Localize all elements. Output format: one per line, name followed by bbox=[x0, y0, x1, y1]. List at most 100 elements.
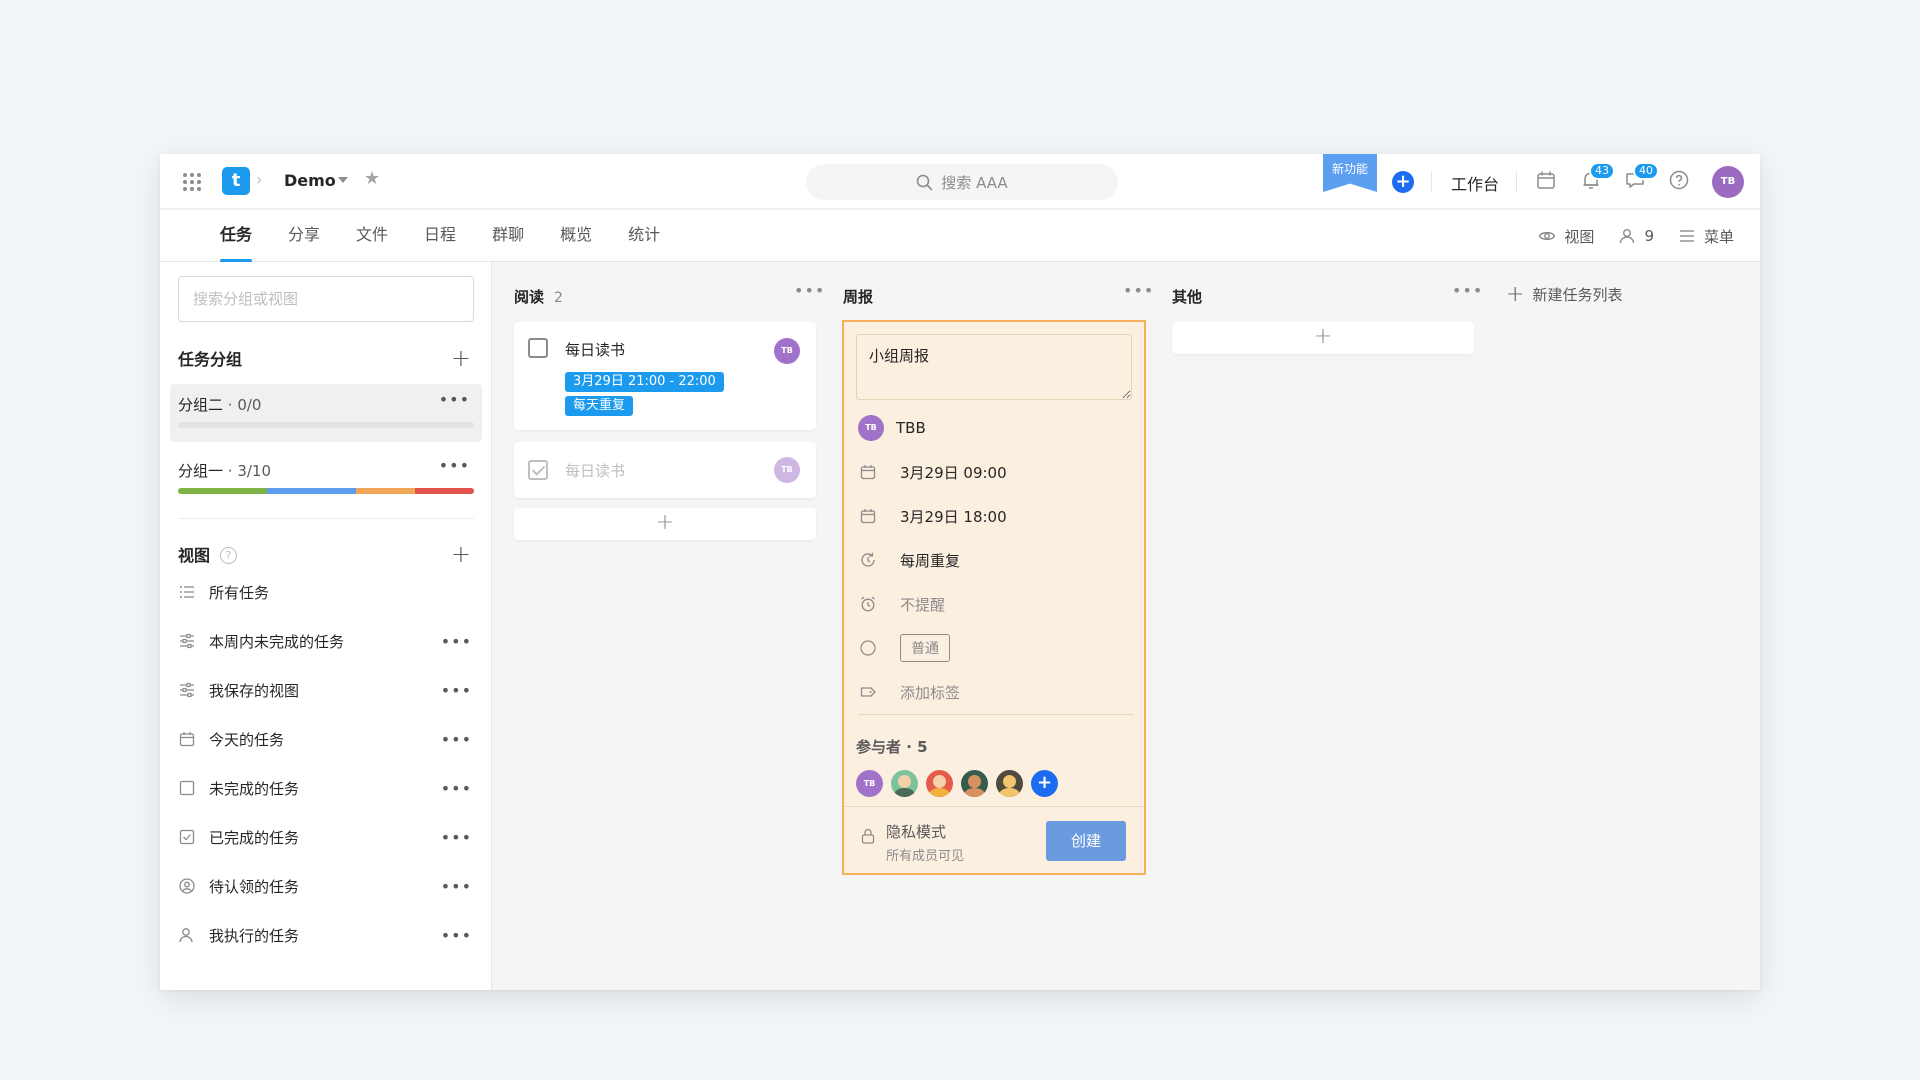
participant-avatar[interactable] bbox=[996, 770, 1023, 797]
task-group-item[interactable]: 分组一 · 3/10 ••• bbox=[170, 450, 482, 508]
divider bbox=[1516, 172, 1517, 192]
task-card[interactable]: 每日读书 3月29日 21:00 - 22:00 每天重复 TB bbox=[514, 322, 816, 430]
more-icon[interactable]: ••• bbox=[441, 926, 472, 945]
help-button[interactable] bbox=[1667, 168, 1693, 194]
task-card[interactable]: 每日读书 TB bbox=[514, 442, 816, 498]
add-tag-label: 添加标签 bbox=[900, 683, 961, 702]
participant-avatar[interactable] bbox=[891, 770, 918, 797]
menu-label: 菜单 bbox=[1703, 227, 1734, 246]
quick-add-button[interactable]: + bbox=[1392, 171, 1414, 193]
column-title[interactable]: 其他 bbox=[1172, 286, 1202, 307]
user-circle-icon bbox=[178, 877, 196, 895]
more-icon[interactable]: ••• bbox=[439, 456, 470, 475]
group-progress-bar bbox=[178, 488, 474, 494]
view-item-today[interactable]: 今天的任务 ••• bbox=[178, 724, 474, 754]
new-feature-ribbon[interactable]: 新功能 bbox=[1323, 154, 1377, 192]
global-search[interactable]: 搜索 AAA bbox=[806, 164, 1118, 200]
more-icon[interactable]: ••• bbox=[441, 828, 472, 847]
add-task-button[interactable]: + bbox=[1172, 322, 1474, 354]
menu-button[interactable]: 菜单 bbox=[1678, 226, 1734, 247]
task-title: 每日读书 bbox=[565, 462, 626, 480]
view-item-all-tasks[interactable]: 所有任务 bbox=[178, 577, 474, 607]
messages-button[interactable]: 40 bbox=[1623, 162, 1659, 194]
view-item-unclaimed[interactable]: 待认领的任务 ••• bbox=[178, 871, 474, 901]
more-icon[interactable]: ••• bbox=[439, 390, 470, 409]
task-assignee-avatar[interactable]: TB bbox=[774, 338, 800, 364]
task-checkbox-checked[interactable] bbox=[528, 460, 548, 480]
task-repeat-tag: 每天重复 bbox=[565, 396, 634, 416]
task-groups-title: 任务分组 bbox=[178, 350, 243, 369]
participant-avatar[interactable] bbox=[961, 770, 988, 797]
more-icon[interactable]: ••• bbox=[441, 730, 472, 749]
view-item-executing[interactable]: 我执行的任务 ••• bbox=[178, 920, 474, 950]
app-logo[interactable]: t bbox=[222, 167, 250, 195]
tab-schedule[interactable]: 日程 bbox=[424, 210, 456, 262]
view-label: 视图 bbox=[1564, 227, 1595, 246]
start-time-row[interactable]: 3月29日 09:00 bbox=[858, 459, 1134, 485]
lock-icon[interactable] bbox=[860, 827, 876, 849]
more-icon[interactable]: ••• bbox=[441, 681, 472, 700]
app-window: t › Demo ★ 搜索 AAA 新功能 + 工作台 43 40 TB 任务 … bbox=[160, 154, 1760, 990]
tab-files[interactable]: 文件 bbox=[356, 210, 388, 262]
user-avatar[interactable]: TB bbox=[1712, 166, 1744, 198]
more-icon[interactable]: ••• bbox=[1452, 281, 1483, 300]
repeat-value: 每周重复 bbox=[900, 551, 961, 570]
more-icon[interactable]: ••• bbox=[441, 779, 472, 798]
tag-row[interactable]: 添加标签 bbox=[858, 679, 1134, 705]
add-task-button[interactable]: + bbox=[514, 508, 816, 540]
column-title[interactable]: 周报 bbox=[843, 286, 873, 307]
workbench-link[interactable]: 工作台 bbox=[1451, 171, 1499, 195]
participant-avatar[interactable] bbox=[926, 770, 953, 797]
more-icon[interactable]: ••• bbox=[794, 281, 825, 300]
view-button[interactable]: 视图 bbox=[1538, 226, 1594, 247]
priority-tag[interactable]: 普通 bbox=[900, 634, 950, 662]
repeat-row[interactable]: 每周重复 bbox=[858, 547, 1134, 573]
tab-overview[interactable]: 概览 bbox=[560, 210, 592, 262]
add-participant-button[interactable]: + bbox=[1031, 770, 1058, 797]
create-button[interactable]: 创建 bbox=[1046, 821, 1126, 861]
new-task-list-button[interactable]: + 新建任务列表 bbox=[1506, 283, 1622, 305]
tab-share[interactable]: 分享 bbox=[288, 210, 320, 262]
group-search-input[interactable] bbox=[178, 276, 474, 322]
end-time-row[interactable]: 3月29日 18:00 bbox=[858, 503, 1134, 529]
view-item-completed[interactable]: 已完成的任务 ••• bbox=[178, 822, 474, 852]
tab-statistics[interactable]: 统计 bbox=[628, 210, 660, 262]
reminder-row[interactable]: 不提醒 bbox=[858, 591, 1134, 617]
participant-avatar[interactable]: TB bbox=[856, 770, 883, 797]
view-label: 本周内未完成的任务 bbox=[209, 632, 345, 651]
view-item-unfinished[interactable]: 未完成的任务 ••• bbox=[178, 773, 474, 803]
more-icon[interactable]: ••• bbox=[1123, 281, 1154, 300]
create-task-form: 小组周报 TB TBB 3月29日 09:00 3月29日 18:00 每周重复… bbox=[842, 320, 1146, 875]
members-button[interactable]: 9 bbox=[1618, 227, 1654, 245]
filter-icon bbox=[178, 632, 196, 650]
privacy-mode-label[interactable]: 隐私模式 bbox=[886, 821, 946, 842]
top-bar: t › Demo ★ 搜索 AAA 新功能 + 工作台 43 40 TB bbox=[160, 154, 1760, 209]
star-icon[interactable]: ★ bbox=[364, 168, 380, 189]
task-group-item[interactable]: 分组二 · 0/0 ••• bbox=[170, 384, 482, 442]
assignee-avatar: TB bbox=[858, 415, 884, 441]
assignee-row[interactable]: TB TBB bbox=[858, 415, 1134, 441]
add-view-button[interactable]: + bbox=[451, 542, 471, 566]
view-tools: 视图 9 菜单 bbox=[1538, 210, 1734, 262]
caret-down-icon[interactable] bbox=[338, 177, 348, 183]
notification-button[interactable]: 43 bbox=[1579, 162, 1615, 194]
view-item-saved[interactable]: 我保存的视图 ••• bbox=[178, 675, 474, 705]
user-icon bbox=[1620, 229, 1635, 244]
participant-list: TB + bbox=[856, 770, 1058, 797]
column-title[interactable]: 阅读 2 bbox=[514, 286, 563, 307]
task-checkbox[interactable] bbox=[528, 338, 548, 358]
add-group-button[interactable]: + bbox=[451, 346, 471, 370]
calendar-button[interactable] bbox=[1534, 168, 1560, 194]
task-content-input[interactable]: 小组周报 bbox=[856, 334, 1132, 400]
view-item-week-unfinished[interactable]: 本周内未完成的任务 ••• bbox=[178, 626, 474, 656]
tab-tasks[interactable]: 任务 bbox=[220, 210, 253, 262]
project-name[interactable]: Demo bbox=[284, 171, 336, 190]
app-grid-icon[interactable] bbox=[180, 170, 204, 194]
help-icon[interactable]: ? bbox=[220, 547, 238, 564]
tab-group-chat[interactable]: 群聊 bbox=[492, 210, 524, 262]
more-icon[interactable]: ••• bbox=[441, 632, 472, 651]
task-assignee-avatar[interactable]: TB bbox=[774, 457, 800, 483]
more-icon[interactable]: ••• bbox=[441, 877, 472, 896]
notification-badge: 43 bbox=[1589, 162, 1615, 180]
priority-row[interactable]: 普通 bbox=[858, 634, 1134, 662]
